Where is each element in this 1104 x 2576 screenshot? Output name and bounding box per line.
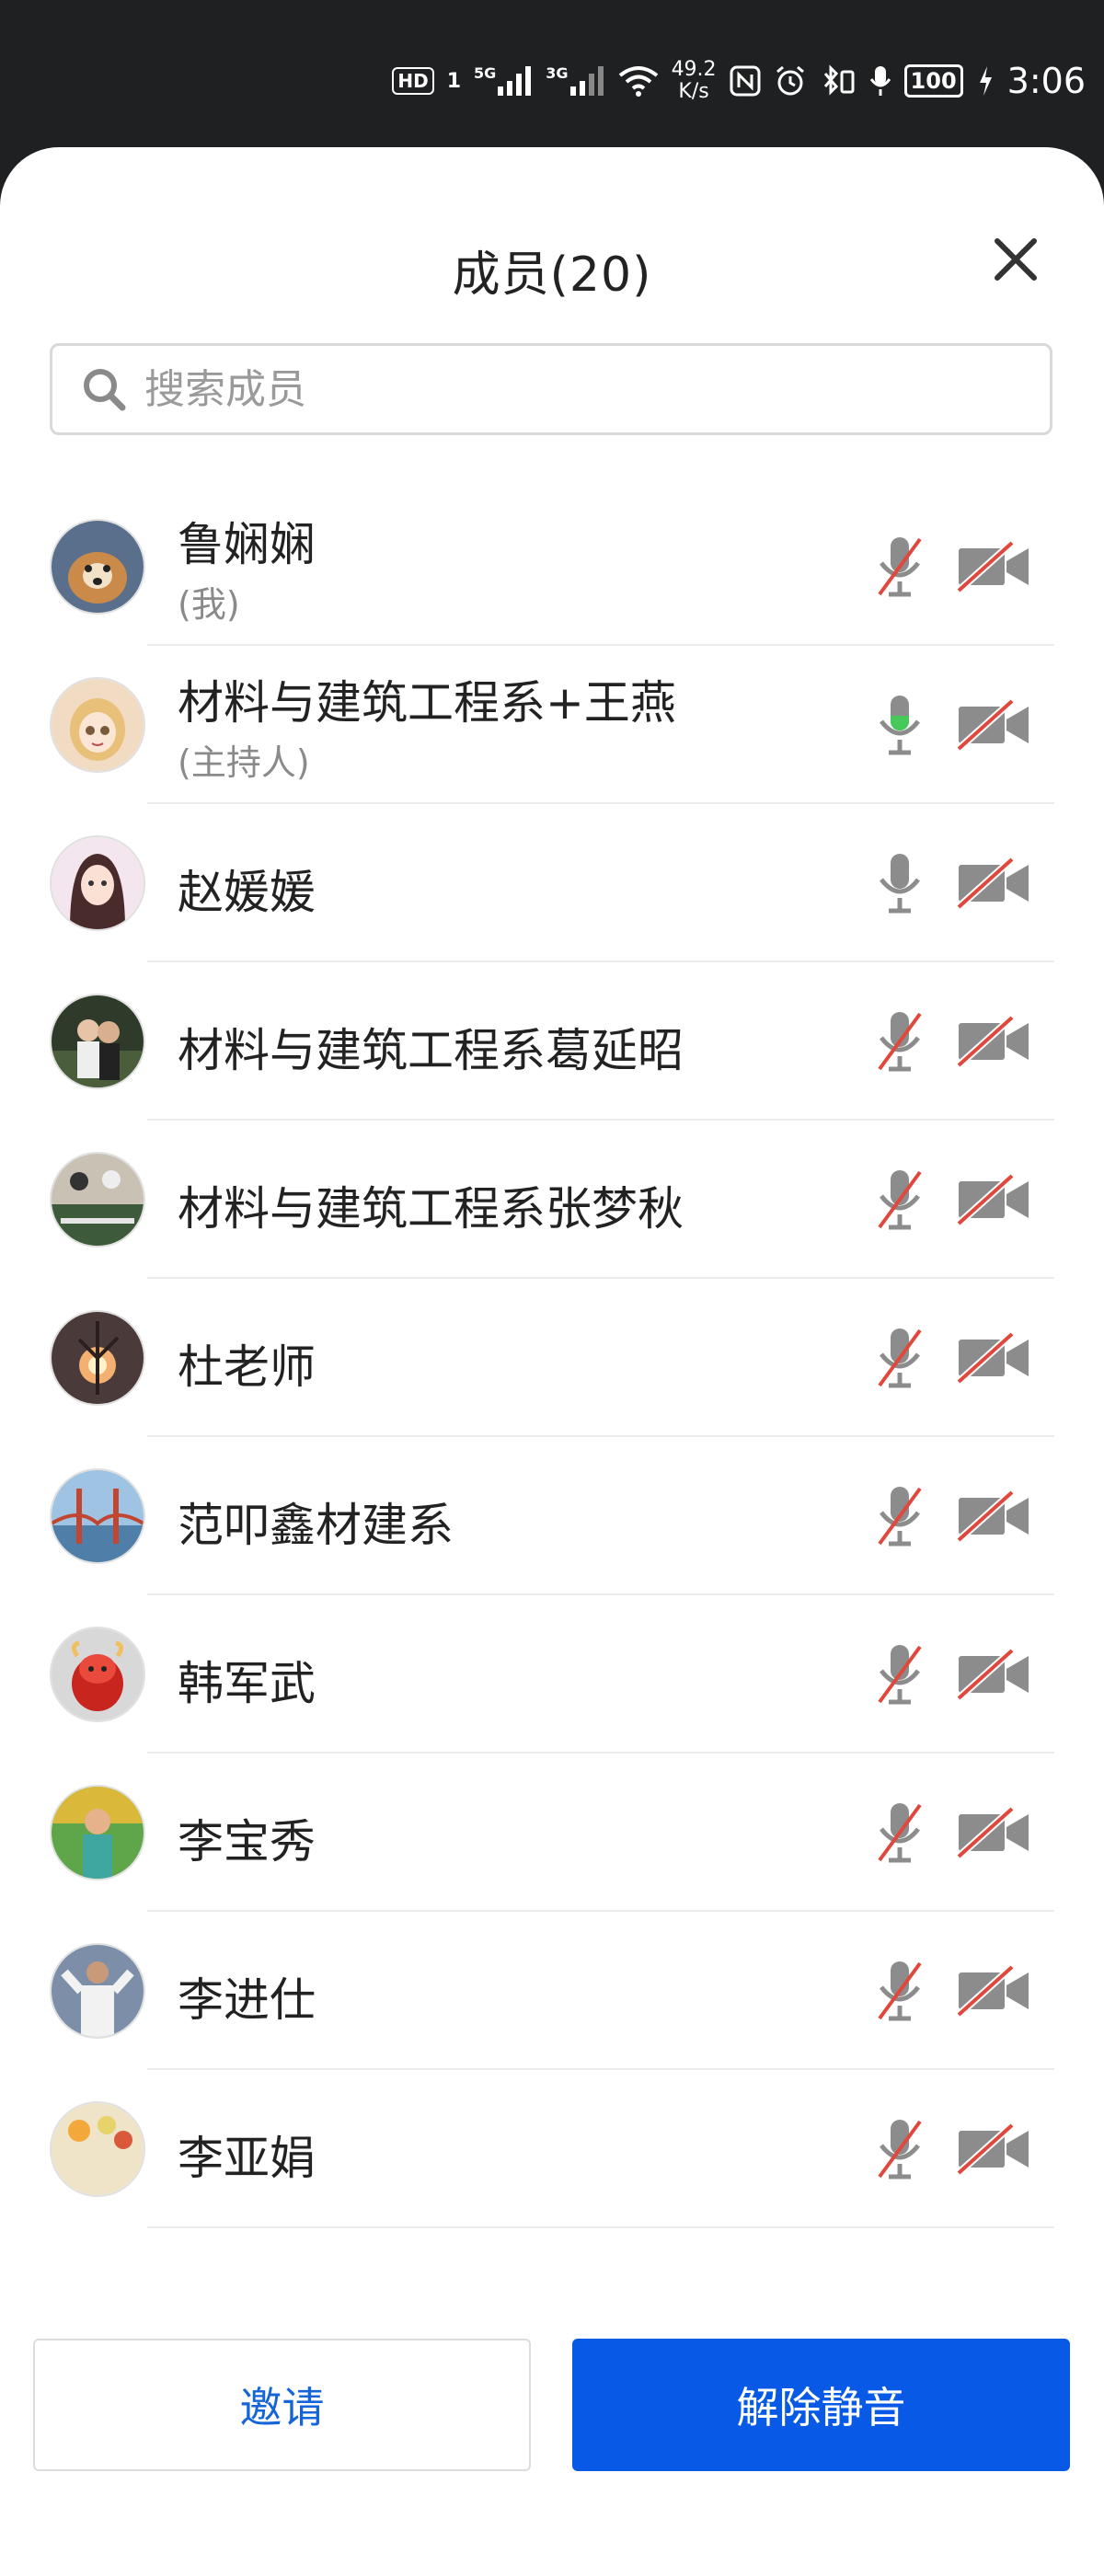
mic-muted-icon[interactable]: [872, 1800, 927, 1866]
members-sheet: 成员(20) 鲁娴娴 (我) 材料与建筑工程系+王燕 (主持人): [0, 147, 1104, 2576]
members-list[interactable]: 鲁娴娴 (我) 材料与建筑工程系+王燕 (主持人) 赵媛媛 材料与建筑工程系葛延…: [0, 488, 1104, 2286]
member-row[interactable]: 韩军武: [0, 1595, 1104, 1754]
camera-off-icon[interactable]: [955, 1490, 1032, 1542]
avatar: [50, 1310, 145, 1406]
search-box[interactable]: [50, 343, 1052, 435]
clock: 3:06: [1006, 61, 1086, 101]
member-row[interactable]: 李进仕: [0, 1912, 1104, 2070]
alarm-icon: [774, 64, 807, 98]
mic-icon[interactable]: [872, 850, 927, 916]
camera-off-icon[interactable]: [955, 1332, 1032, 1384]
camera-off-icon[interactable]: [955, 857, 1032, 909]
page-title: 成员(20): [452, 247, 652, 303]
avatar: [50, 994, 145, 1089]
mic-status-icon: [869, 64, 891, 98]
battery-indicator: 100: [903, 64, 963, 98]
divider: [147, 2226, 1054, 2228]
member-name: 材料与建筑工程系葛延昭: [178, 1024, 684, 1077]
member-name: 杜老师: [178, 1340, 316, 1394]
mic-muted-icon[interactable]: [872, 1325, 927, 1391]
member-row[interactable]: 李亚娟: [0, 2070, 1104, 2228]
signal-3g-icon: 3G: [546, 64, 604, 98]
avatar: [50, 1627, 145, 1722]
mic-muted-icon[interactable]: [872, 534, 927, 600]
camera-off-icon[interactable]: [955, 2123, 1032, 2175]
member-row[interactable]: 材料与建筑工程系葛延昭: [0, 962, 1104, 1121]
bluetooth-vibrate-icon: [820, 64, 857, 98]
member-role: (我): [178, 584, 240, 625]
signal-5g-icon: 5G: [474, 64, 533, 98]
mic-active-icon[interactable]: [872, 692, 927, 758]
member-role: (主持人): [178, 742, 310, 783]
member-name: 李宝秀: [178, 1815, 316, 1869]
member-row[interactable]: 材料与建筑工程系+王燕 (主持人): [0, 646, 1104, 804]
camera-off-icon[interactable]: [955, 699, 1032, 751]
camera-off-icon[interactable]: [955, 1016, 1032, 1067]
hd-indicator: HD: [392, 67, 434, 95]
member-name: 鲁娴娴: [178, 518, 316, 571]
invite-button[interactable]: 邀请: [33, 2339, 531, 2471]
member-row[interactable]: 材料与建筑工程系张梦秋: [0, 1121, 1104, 1279]
close-icon: [995, 238, 1037, 281]
mic-muted-icon[interactable]: [872, 1958, 927, 2024]
camera-off-icon[interactable]: [955, 1174, 1032, 1225]
charging-icon: [976, 64, 995, 98]
member-row[interactable]: 范叩鑫材建系: [0, 1437, 1104, 1595]
camera-off-icon[interactable]: [955, 1965, 1032, 2017]
member-row[interactable]: 赵媛媛: [0, 804, 1104, 962]
speed-value: 49.2: [671, 58, 717, 81]
member-row[interactable]: 鲁娴娴 (我): [0, 488, 1104, 646]
unmute-all-button[interactable]: 解除静音: [572, 2339, 1070, 2471]
speed-unit: K/s: [678, 80, 709, 103]
member-name: 材料与建筑工程系张梦秋: [178, 1182, 684, 1236]
member-name: 范叩鑫材建系: [178, 1499, 454, 1552]
search-icon: [84, 369, 126, 411]
nfc-icon: [730, 65, 761, 97]
status-bar: HD 1 5G 3G 49.2 K/s 100 3:06: [0, 0, 1104, 147]
mic-muted-icon[interactable]: [872, 1483, 927, 1549]
member-row[interactable]: 杜老师: [0, 1279, 1104, 1437]
sim-indicator: 1: [446, 69, 462, 93]
close-button[interactable]: [988, 232, 1043, 287]
avatar: [50, 835, 145, 931]
member-row[interactable]: 李宝秀: [0, 1754, 1104, 1912]
camera-off-icon[interactable]: [955, 1649, 1032, 1700]
member-name: 韩军武: [178, 1657, 316, 1710]
member-name: 材料与建筑工程系+王燕: [178, 676, 676, 730]
footer: 邀请 解除静音: [0, 2286, 1104, 2576]
avatar: [50, 519, 145, 615]
camera-off-icon[interactable]: [955, 1807, 1032, 1858]
search-input[interactable]: [143, 364, 974, 414]
avatar: [50, 1468, 145, 1564]
wifi-icon: [618, 64, 659, 98]
network-speed: 49.2 K/s: [672, 59, 717, 103]
mic-muted-icon[interactable]: [872, 1167, 927, 1233]
avatar: [50, 1152, 145, 1248]
avatar: [50, 1943, 145, 2039]
avatar: [50, 677, 145, 773]
member-name: 李进仕: [178, 1973, 316, 2027]
mic-muted-icon[interactable]: [872, 1008, 927, 1075]
mic-muted-icon[interactable]: [872, 1641, 927, 1708]
mic-muted-icon[interactable]: [872, 2116, 927, 2182]
camera-off-icon[interactable]: [955, 541, 1032, 592]
status-icons: HD 1 5G 3G 49.2 K/s 100 3:06: [392, 52, 1086, 110]
member-name: 李亚娟: [178, 2132, 316, 2185]
member-name: 赵媛媛: [178, 866, 316, 919]
avatar: [50, 1785, 145, 1880]
avatar: [50, 2101, 145, 2197]
